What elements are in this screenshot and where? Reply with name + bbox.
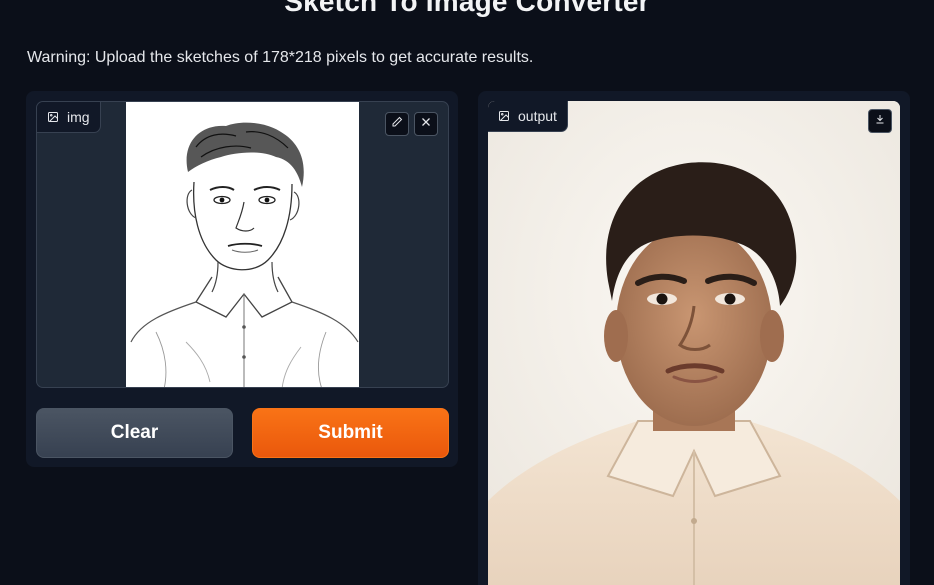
image-icon xyxy=(498,110,510,122)
close-icon xyxy=(420,115,432,133)
page-title: Sketch To Image Converter xyxy=(284,0,650,17)
warning-text: Warning: Upload the sketches of 178*218 … xyxy=(27,49,534,66)
output-panel: output xyxy=(478,91,910,585)
remove-image-button[interactable] xyxy=(414,112,438,136)
sketch-image xyxy=(126,102,359,387)
clear-button[interactable]: Clear xyxy=(36,408,233,458)
output-image-box: output xyxy=(488,101,900,585)
output-label: output xyxy=(518,108,557,124)
output-portrait-image xyxy=(488,101,900,585)
output-label-chip: output xyxy=(488,101,568,132)
submit-button[interactable]: Submit xyxy=(252,408,449,458)
edit-button[interactable] xyxy=(385,112,409,136)
input-panel: img Clear Submit xyxy=(26,91,458,467)
download-button[interactable] xyxy=(868,109,892,133)
input-label: img xyxy=(67,109,90,125)
input-label-chip: img xyxy=(37,102,101,133)
pencil-icon xyxy=(391,115,403,133)
image-icon xyxy=(47,111,59,123)
image-input-box[interactable]: img xyxy=(36,101,449,388)
download-icon xyxy=(874,112,886,130)
